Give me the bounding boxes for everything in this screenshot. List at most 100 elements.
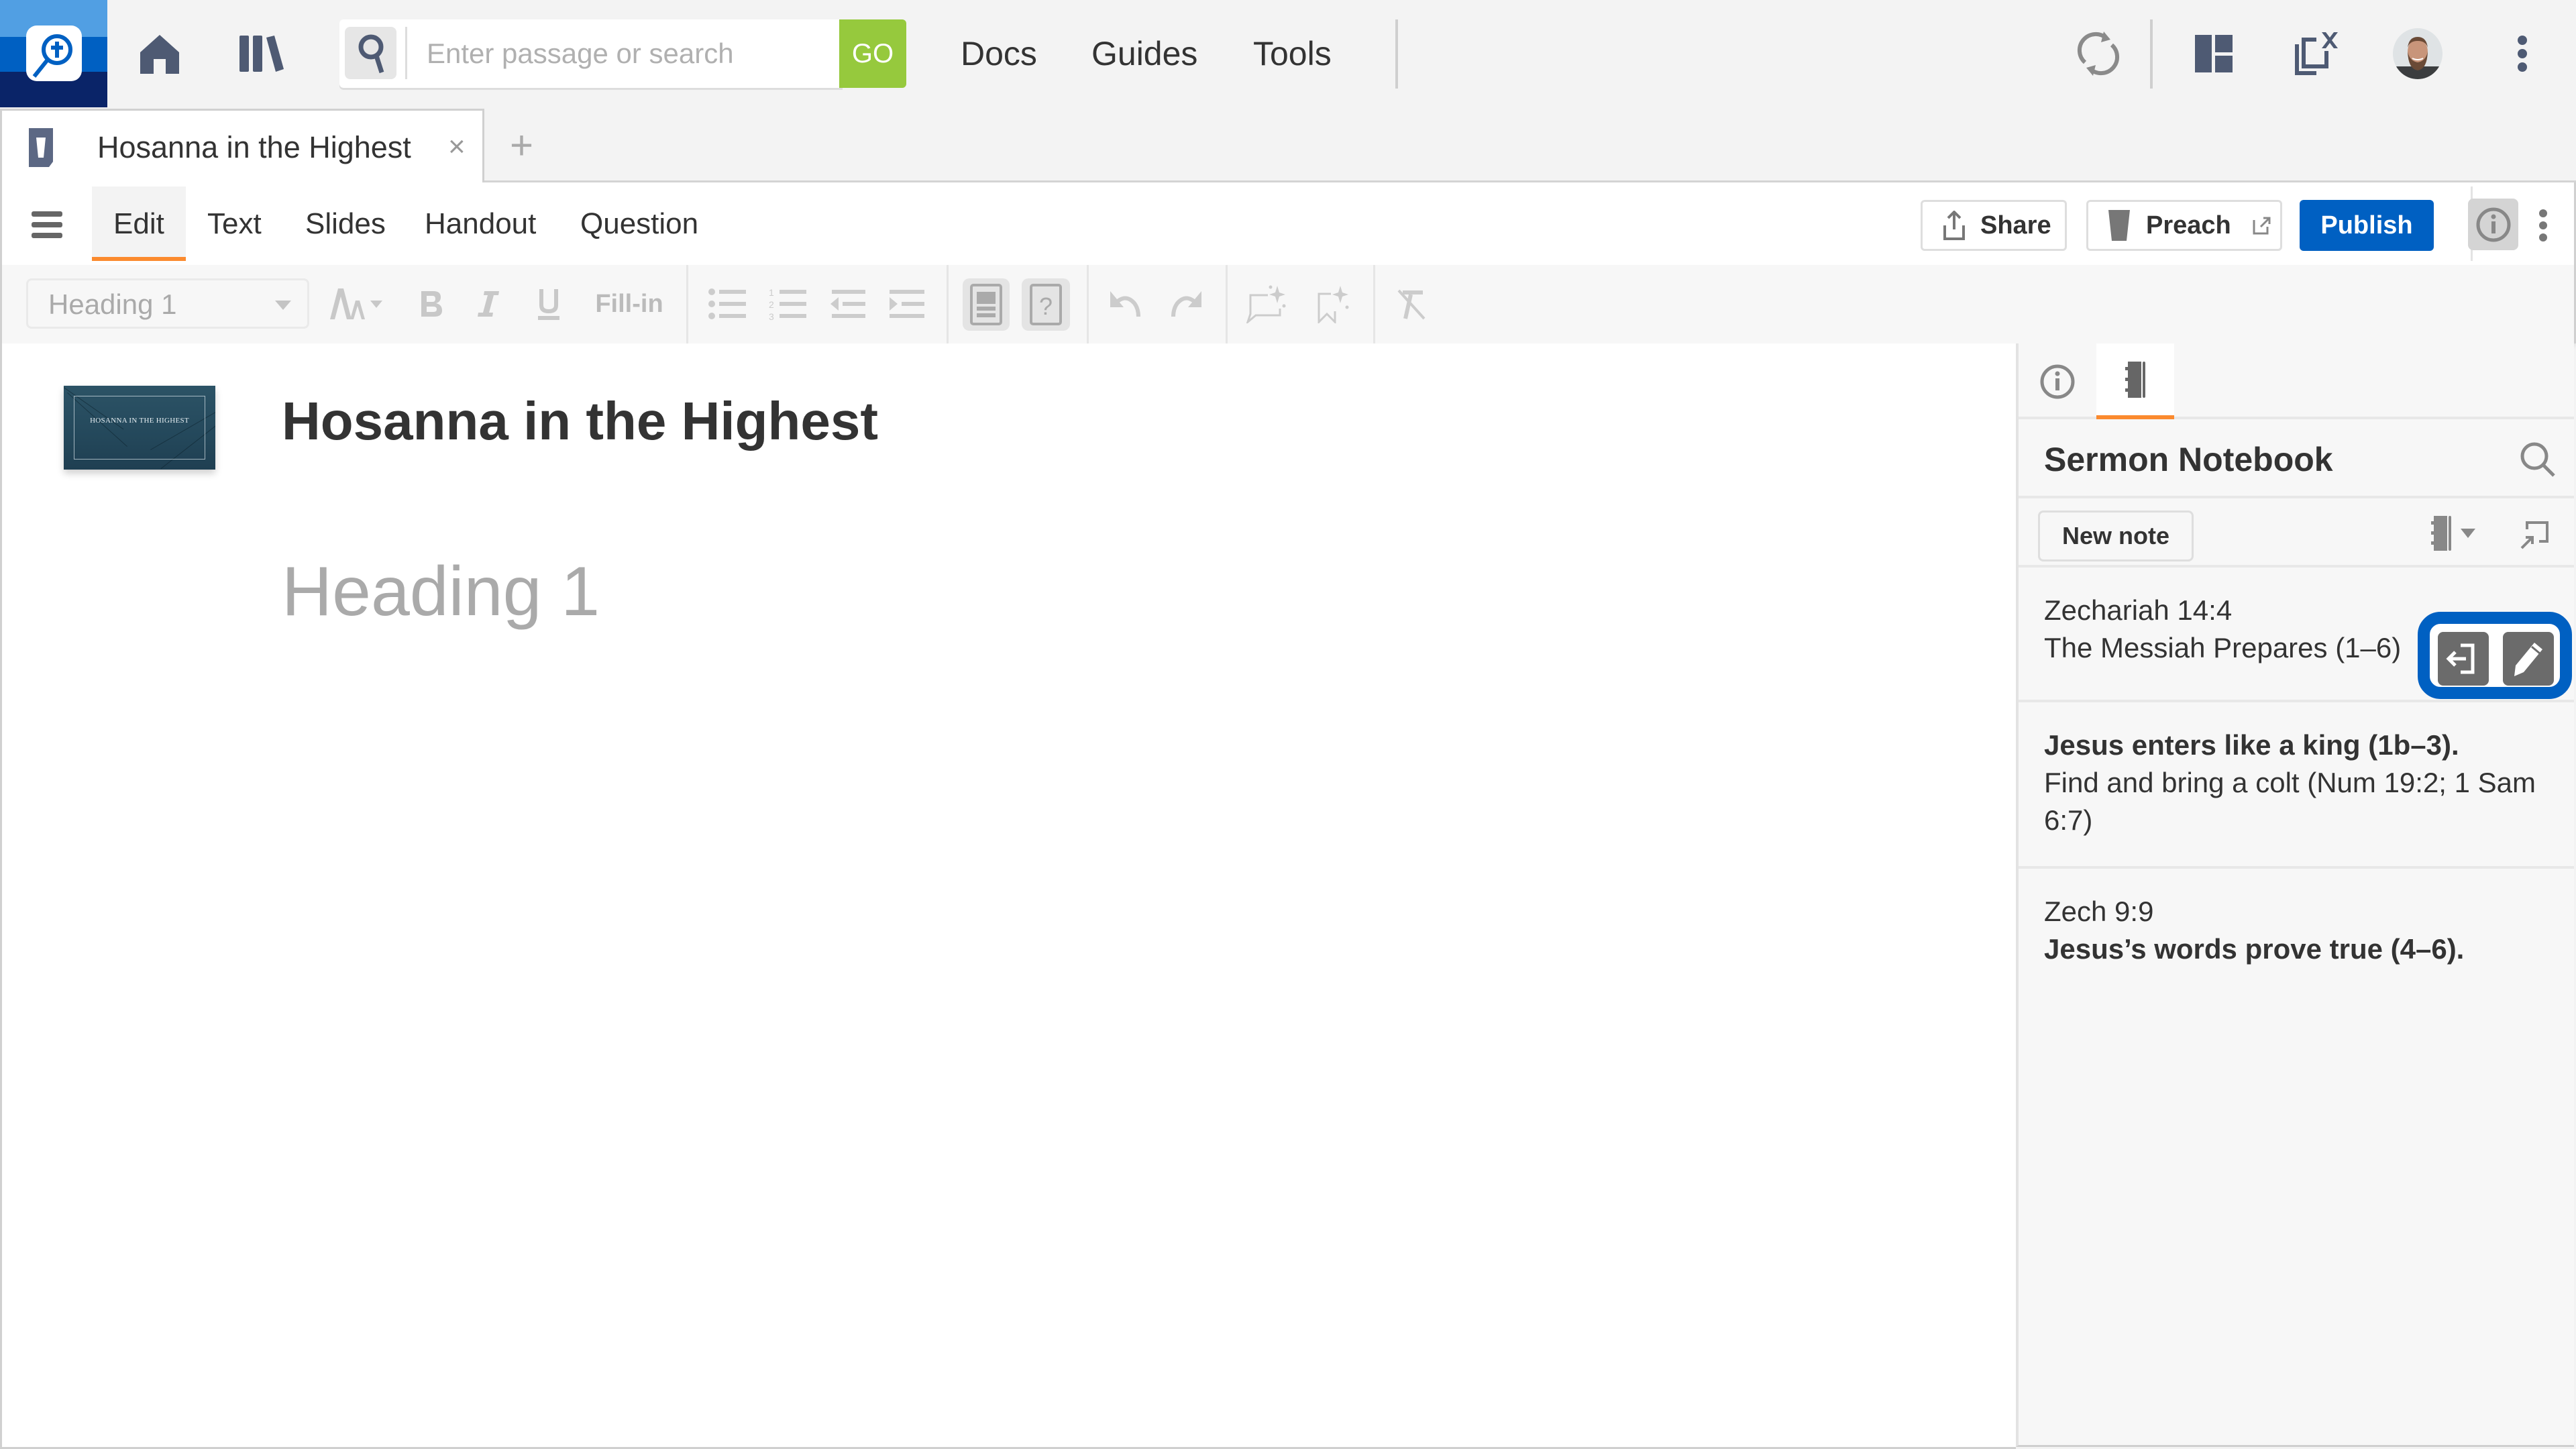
indent-icon xyxy=(890,290,924,318)
info-panel-toggle[interactable] xyxy=(2468,199,2518,250)
sparkle-bookmark-icon xyxy=(1318,286,1349,323)
clear-formatting-button[interactable] xyxy=(1391,284,1432,324)
logos-magnifier-cross-icon xyxy=(32,34,72,78)
outdent-button[interactable] xyxy=(827,284,869,324)
ribbon-tab-text[interactable]: Text xyxy=(186,186,283,261)
underline-icon xyxy=(538,289,559,320)
italic-icon xyxy=(478,291,499,317)
open-in-panel-button[interactable] xyxy=(2515,516,2555,553)
layout-button[interactable] xyxy=(2188,27,2239,80)
more-vertical-icon xyxy=(2539,209,2547,241)
share-upload-icon xyxy=(1943,211,1965,240)
nav-docs[interactable]: Docs xyxy=(961,34,1037,74)
note-line: Zech 9:9 xyxy=(2044,896,2154,927)
new-tab-button[interactable]: + xyxy=(510,122,533,169)
share-button[interactable]: Share xyxy=(1921,200,2067,251)
undo-icon xyxy=(1110,291,1140,317)
chevron-down-icon xyxy=(275,301,291,310)
note-line: Jesus’s words prove true (4–6). xyxy=(2044,933,2465,965)
panel-tab-notebook[interactable] xyxy=(2096,343,2174,419)
toolbar-separator xyxy=(1087,265,1089,343)
note-line: 6:7) xyxy=(2044,804,2093,836)
note-item[interactable]: Zechariah 14:4 The Messiah Prepares (1–6… xyxy=(2019,568,2574,702)
paragraph-style-value: Heading 1 xyxy=(48,288,177,320)
toolbar-separator xyxy=(947,265,949,343)
note-item[interactable]: Zech 9:9 Jesus’s words prove true (4–6). xyxy=(2019,869,2574,989)
toolbar-separator xyxy=(1373,265,1375,343)
bullet-list-button[interactable] xyxy=(706,284,748,324)
ai-comment-button[interactable] xyxy=(1244,284,1291,324)
search-icon[interactable] xyxy=(2519,441,2557,478)
go-button[interactable]: GO xyxy=(839,19,906,88)
search-input[interactable] xyxy=(427,21,829,86)
layout-panels-icon xyxy=(2195,35,2233,72)
sermon-cover-thumbnail[interactable]: HOSANNA IN THE HIGHEST xyxy=(64,386,215,470)
fill-in-button[interactable]: Fill-in xyxy=(592,284,666,324)
panel-tabs xyxy=(2019,343,2574,419)
indent-button[interactable] xyxy=(886,284,928,324)
app-menu-button[interactable] xyxy=(2509,30,2536,77)
notebook-icon xyxy=(2125,361,2145,398)
panel-tab-info[interactable] xyxy=(2019,343,2096,419)
editor-ribbon: Edit Text Slides Handout Question Share … xyxy=(0,182,2576,265)
close-tab-icon[interactable]: × xyxy=(448,128,466,166)
home-button[interactable] xyxy=(134,27,184,80)
insert-slide-button[interactable] xyxy=(963,278,1010,331)
font-size-button[interactable] xyxy=(327,284,388,324)
insert-note-button[interactable] xyxy=(2438,632,2489,686)
redo-icon xyxy=(1171,291,1201,317)
close-all-panels-button[interactable] xyxy=(2286,27,2347,80)
notebook-header: Sermon Notebook xyxy=(2019,419,2574,498)
svg-text:?: ? xyxy=(1039,292,1053,320)
outdent-icon xyxy=(830,290,865,318)
app-top-bar: GO Docs Guides Tools xyxy=(0,0,2576,109)
info-icon xyxy=(2476,207,2510,241)
numbered-list-button[interactable]: 123 xyxy=(767,284,808,324)
document-tab[interactable]: Hosanna in the Highest × xyxy=(0,109,484,182)
hamburger-menu-icon[interactable] xyxy=(32,211,62,238)
search-divider xyxy=(405,27,407,79)
note-line: Jesus enters like a king (1b–3). xyxy=(2044,729,2459,761)
ribbon-tab-handout[interactable]: Handout xyxy=(403,186,557,261)
italic-button[interactable] xyxy=(472,284,505,324)
more-vertical-icon xyxy=(2518,36,2527,72)
nav-divider xyxy=(1395,19,1398,89)
ai-bookmark-button[interactable] xyxy=(1313,284,1355,324)
search-scope-button[interactable] xyxy=(345,27,396,79)
avatar-photo-icon xyxy=(2393,28,2443,79)
sync-icon xyxy=(2077,32,2120,76)
toolbar-divider xyxy=(2150,19,2153,89)
library-button[interactable] xyxy=(235,27,288,80)
preach-button[interactable]: Preach xyxy=(2086,200,2282,251)
logos-logo[interactable] xyxy=(0,0,107,107)
redo-button[interactable] xyxy=(1166,284,1208,324)
close-panels-icon xyxy=(2295,32,2338,75)
pop-in-icon xyxy=(2520,521,2548,549)
ribbon-tab-question[interactable]: Question xyxy=(559,186,720,261)
insert-question-button[interactable]: ? xyxy=(1022,278,1070,331)
note-item[interactable]: Jesus enters like a king (1b–3). Find an… xyxy=(2019,702,2574,869)
ribbon-tab-slides[interactable]: Slides xyxy=(284,186,407,261)
edit-note-button[interactable] xyxy=(2503,632,2554,686)
sync-button[interactable] xyxy=(2070,27,2127,80)
paragraph-style-dropdown[interactable]: Heading 1 xyxy=(26,278,309,329)
nav-tools[interactable]: Tools xyxy=(1253,34,1332,74)
user-avatar[interactable] xyxy=(2392,27,2444,80)
bullet-list-icon xyxy=(708,288,746,319)
info-icon xyxy=(2040,364,2075,398)
bold-button[interactable] xyxy=(415,284,448,324)
ribbon-tab-edit[interactable]: Edit xyxy=(92,186,186,261)
document-editor[interactable] xyxy=(0,343,2016,1449)
publish-button[interactable]: Publish xyxy=(2300,200,2434,251)
svg-text:2: 2 xyxy=(769,299,774,310)
nav-guides[interactable]: Guides xyxy=(1091,34,1197,74)
new-note-button[interactable]: New note xyxy=(2038,511,2194,561)
slide-layout-icon xyxy=(970,284,1002,325)
note-line: The Messiah Prepares (1–6) xyxy=(2044,632,2402,663)
heading-placeholder[interactable]: Heading 1 xyxy=(282,550,600,633)
notebook-picker-dropdown[interactable] xyxy=(2421,513,2485,553)
document-title[interactable]: Hosanna in the Highest xyxy=(282,389,878,453)
document-more-button[interactable] xyxy=(2533,205,2553,246)
underline-button[interactable] xyxy=(532,284,566,324)
undo-button[interactable] xyxy=(1104,284,1146,324)
